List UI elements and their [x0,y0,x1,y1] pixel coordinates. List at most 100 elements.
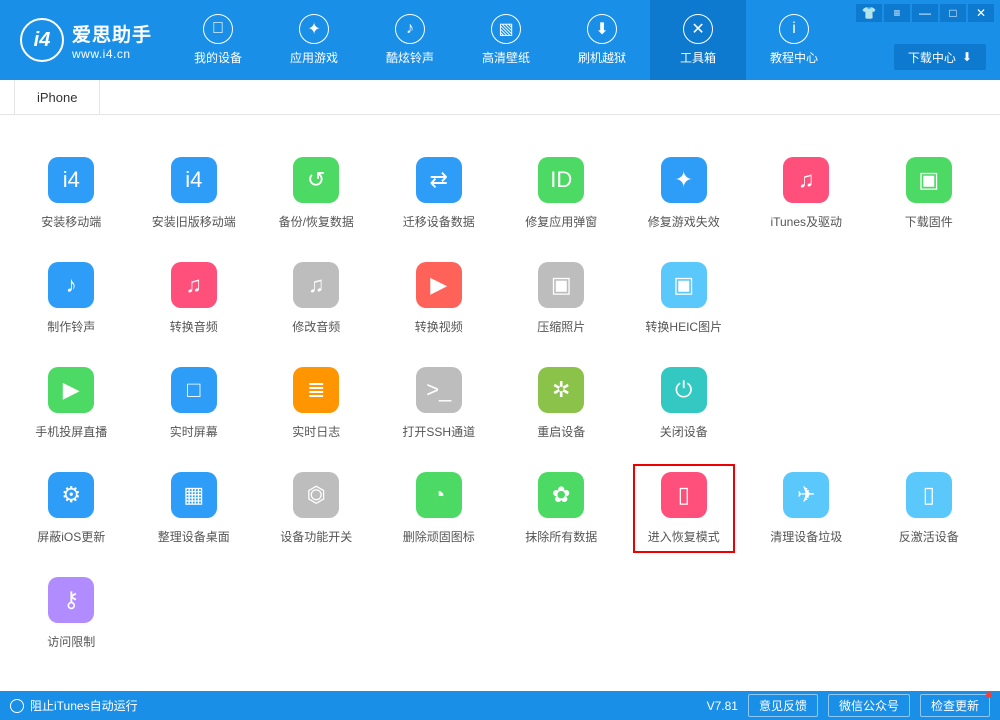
nav-5[interactable]: ✕工具箱 [650,0,746,80]
tool-2[interactable]: ↺ 备份/恢复数据 [255,143,378,248]
tool-13[interactable]: ▣转换HEIC图片 [623,248,746,353]
device-tabs: iPhone [0,80,1000,115]
tool-label-13: 转换HEIC图片 [645,318,722,335]
tool-label-16: 手机投屏直播 [35,423,107,440]
tool-icon-24: ⚙ [48,472,94,518]
tool-label-31: 反激活设备 [899,528,959,545]
tool-icon-28: ✿ [538,472,584,518]
download-center-label: 下载中心 [908,49,956,66]
tool-10[interactable]: ♫修改音频 [255,248,378,353]
tool-label-3: 迁移设备数据 [403,213,475,230]
tool-24[interactable]: ⚙屏蔽iOS更新 [10,458,133,563]
itunes-block-toggle[interactable]: 阻止iTunes自动运行 [30,697,138,714]
tool-icon-0: i4 [48,157,94,203]
tool-19[interactable]: >_ 打开SSH通道 [378,353,501,458]
tool-icon-2: ↺ [293,157,339,203]
tool-icon-19: >_ [416,367,462,413]
download-center-button[interactable]: 下载中心 ⬇ [894,44,986,70]
nav-2[interactable]: ♪酷炫铃声 [362,0,458,80]
tool-label-0: 安装移动端 [41,213,101,230]
tool-icon-20: ✲ [538,367,584,413]
nav-label-2: 酷炫铃声 [386,49,434,66]
tool-5[interactable]: ✦修复游戏失效 [623,143,746,248]
nav-4[interactable]: ⬇ 刷机越狱 [554,0,650,80]
tool-icon-9: ♫ [171,262,217,308]
menu-button[interactable]: ≡ [884,4,910,22]
tool-18[interactable]: ≣实时日志 [255,353,378,458]
nav-label-1: 应用游戏 [290,49,338,66]
tool-icon-8: ♪ [48,262,94,308]
logo: i4 爱思助手 www.i4.cn [0,18,170,62]
tool-16[interactable]: ▶手机投屏直播 [10,353,133,458]
window-controls: 👕 ≡ — □ ✕ [856,4,994,22]
nav-icon-6: i [779,14,809,44]
tool-32[interactable]: ⚷ 访问限制 [10,563,133,668]
feedback-button[interactable]: 意见反馈 [748,694,818,717]
logo-badge-icon: i4 [20,18,64,62]
tool-icon-27: ◔ [416,472,462,518]
tab-iphone[interactable]: iPhone [14,80,100,114]
tool-label-18: 实时日志 [292,423,340,440]
update-dot-icon [986,692,992,698]
close-button[interactable]: ✕ [968,4,994,22]
tool-25[interactable]: ▦整理设备桌面 [133,458,256,563]
tool-1[interactable]: i4安装旧版移动端 [133,143,256,248]
nav-icon-4: ⬇ [587,14,617,44]
tool-icon-17: □ [171,367,217,413]
tool-9[interactable]: ♫转换音频 [133,248,256,353]
tool-icon-1: i4 [171,157,217,203]
tool-21[interactable]: ⏻关闭设备 [623,353,746,458]
nav-label-4: 刷机越狱 [578,49,626,66]
maximize-button[interactable]: □ [940,4,966,22]
wechat-button[interactable]: 微信公众号 [828,694,910,717]
tool-17[interactable]: □ 实时屏幕 [133,353,256,458]
tool-0[interactable]: i4 安装移动端 [10,143,133,248]
tool-icon-25: ▦ [171,472,217,518]
tool-label-32: 访问限制 [47,633,95,650]
nav-icon-0:  [203,14,233,44]
tool-icon-31: ▯ [906,472,952,518]
tool-icon-32: ⚷ [48,577,94,623]
tool-label-6: iTunes及驱动 [770,213,842,230]
nav-label-0: 我的设备 [194,49,242,66]
skin-button[interactable]: 👕 [856,4,882,22]
nav-icon-5: ✕ [683,14,713,44]
tool-label-2: 备份/恢复数据 [279,213,354,230]
check-update-button[interactable]: 检查更新 [920,694,990,717]
tool-label-19: 打开SSH通道 [402,423,475,440]
nav-0[interactable]:  我的设备 [170,0,266,80]
tool-27[interactable]: ◔删除顽固图标 [378,458,501,563]
nav-1[interactable]: ✦应用游戏 [266,0,362,80]
status-circle-icon [10,699,24,713]
tool-6[interactable]: ♫ iTunes及驱动 [745,143,868,248]
tool-8[interactable]: ♪制作铃声 [10,248,133,353]
tool-label-17: 实时屏幕 [170,423,218,440]
tool-29[interactable]: ▯进入恢复模式 [623,458,746,563]
tool-icon-10: ♫ [293,262,339,308]
tool-icon-6: ♫ [783,157,829,203]
tool-label-4: 修复应用弹窗 [525,213,597,230]
toolbox-content: i4 安装移动端 i4安装旧版移动端 ↺ 备份/恢复数据 ⇄迁移设备数据 ID 修复应用弹窗 ✦… [0,115,1000,691]
app-name: 爱思助手 [72,20,152,47]
tool-4[interactable]: ID 修复应用弹窗 [500,143,623,248]
nav-3[interactable]: ▧高清壁纸 [458,0,554,80]
tool-label-5: 修复游戏失效 [648,213,720,230]
tool-label-29: 进入恢复模式 [648,528,720,545]
tool-7[interactable]: ▣下载固件 [868,143,991,248]
tool-icon-21: ⏻ [661,367,707,413]
nav-icon-3: ▧ [491,14,521,44]
minimize-button[interactable]: — [912,4,938,22]
tool-11[interactable]: ▶转换视频 [378,248,501,353]
tool-icon-4: ID [538,157,584,203]
tool-26[interactable]: ⏣设备功能开关 [255,458,378,563]
tool-icon-7: ▣ [906,157,952,203]
nav-6[interactable]: i 教程中心 [746,0,842,80]
tool-20[interactable]: ✲重启设备 [500,353,623,458]
nav-label-6: 教程中心 [770,49,818,66]
tool-12[interactable]: ▣压缩照片 [500,248,623,353]
download-icon: ⬇ [962,50,972,64]
tool-31[interactable]: ▯ 反激活设备 [868,458,991,563]
tool-28[interactable]: ✿抹除所有数据 [500,458,623,563]
tool-3[interactable]: ⇄迁移设备数据 [378,143,501,248]
tool-30[interactable]: ✈清理设备垃圾 [745,458,868,563]
